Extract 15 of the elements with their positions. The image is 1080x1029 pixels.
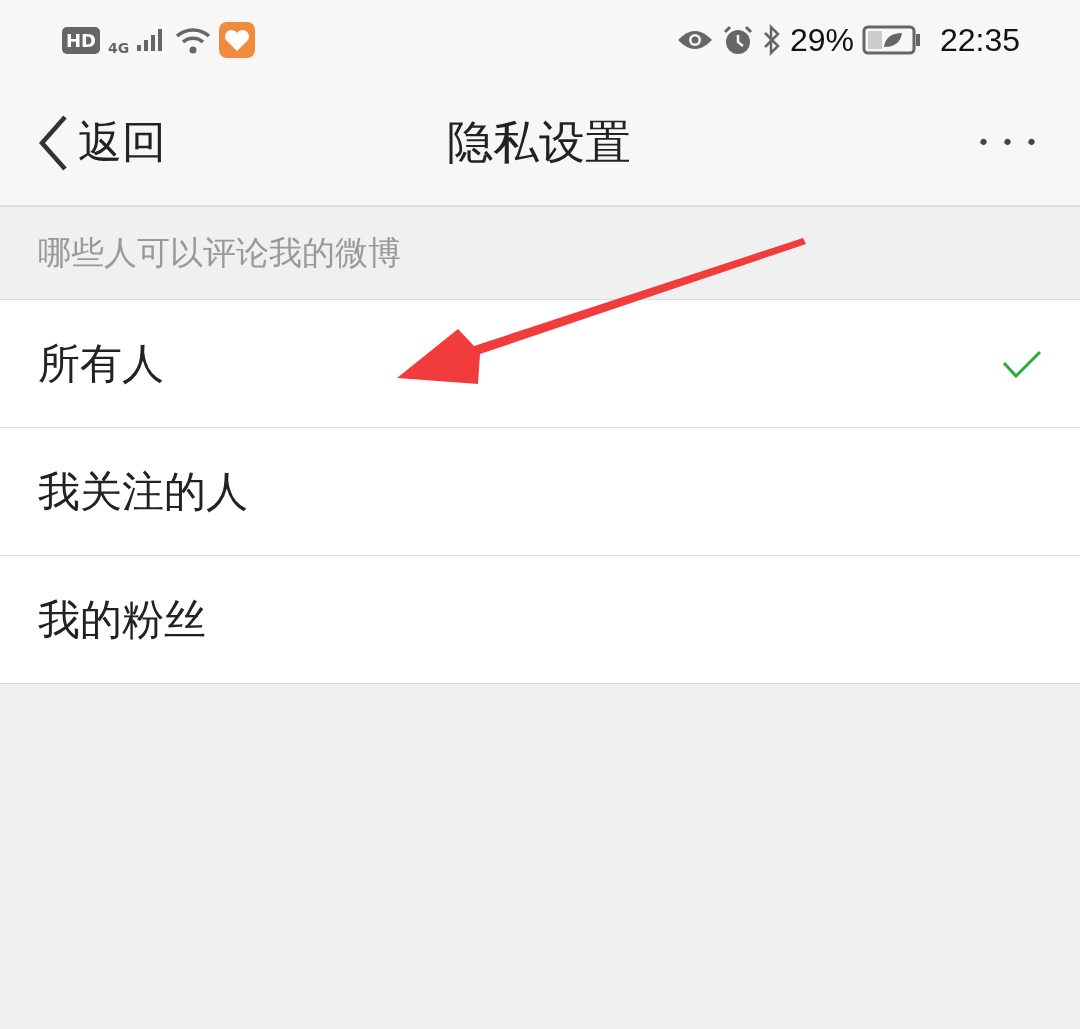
option-row[interactable]: 我关注的人: [0, 428, 1080, 556]
more-button[interactable]: • • •: [977, 130, 1040, 155]
heart-app-icon: [219, 22, 256, 58]
option-row[interactable]: 我的粉丝: [0, 556, 1080, 684]
battery-icon: [861, 25, 922, 55]
chevron-left-icon: [38, 114, 68, 171]
wifi-icon: [175, 26, 212, 54]
back-button[interactable]: 返回: [38, 113, 166, 172]
hd-badge: HD: [62, 26, 100, 54]
network-type: 4G: [108, 40, 130, 56]
page-title: 隐私设置: [447, 113, 631, 171]
battery-percent: 29%: [789, 21, 854, 59]
alarm-icon: [721, 24, 754, 56]
bluetooth-icon: [761, 24, 782, 56]
clock-time: 22:35: [939, 21, 1020, 59]
